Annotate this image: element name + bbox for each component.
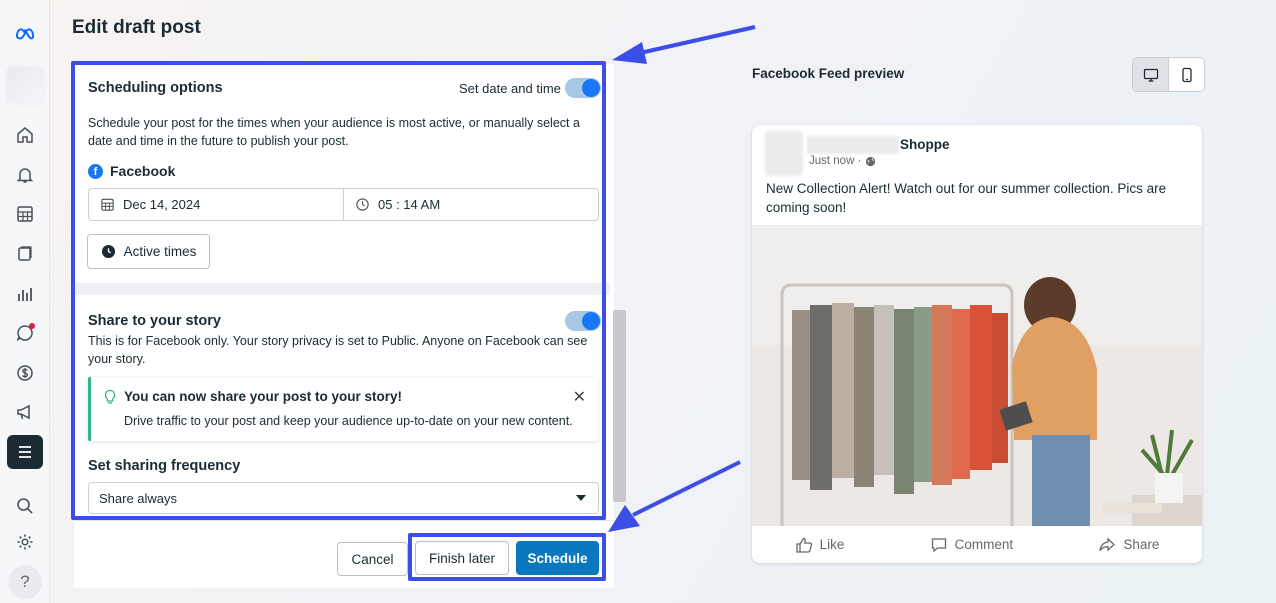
annotation-arrow-top [612, 25, 756, 64]
nav-rail: ? [0, 0, 50, 603]
platform-row: f Facebook [88, 163, 175, 179]
finish-later-button[interactable]: Finish later [415, 541, 509, 575]
page-name: Shoppe [900, 137, 950, 152]
scrollbar[interactable] [613, 310, 626, 502]
close-icon[interactable]: ✕ [573, 387, 586, 407]
schedule-label: Schedule [527, 550, 588, 566]
date-field[interactable]: Dec 14, 2024 [89, 189, 344, 220]
mobile-icon[interactable] [1169, 58, 1204, 91]
finish-later-label: Finish later [428, 550, 496, 566]
date-value: Dec 14, 2024 [123, 197, 201, 212]
frequency-select[interactable]: Share always [88, 482, 599, 514]
scheduling-description: Schedule your post for the times when yo… [88, 116, 580, 148]
tip-body: Drive traffic to your post and keep your… [124, 414, 573, 428]
set-date-time-toggle[interactable] [565, 78, 601, 98]
post-timestamp: Just now · [809, 155, 876, 167]
clock-icon [356, 198, 369, 211]
inbox-icon[interactable] [10, 318, 40, 348]
bell-icon[interactable] [10, 160, 40, 190]
share-button[interactable]: Share [1098, 536, 1159, 554]
story-description: This is for Facebook only. Your story pr… [88, 334, 588, 366]
frequency-label: Set sharing frequency [88, 458, 241, 474]
share-icon [1099, 537, 1116, 551]
post-photo [752, 225, 1202, 526]
section-divider [74, 283, 610, 295]
thumbs-up-icon [795, 537, 812, 553]
desktop-icon[interactable] [1133, 58, 1169, 91]
caret-down-icon [576, 495, 586, 501]
active-times-label: Active times [123, 244, 197, 259]
cancel-label: Cancel [351, 551, 394, 567]
active-times-button[interactable]: Active times [87, 234, 210, 269]
post-actions: Like Comment Share [752, 526, 1202, 563]
comment-label: Comment [954, 537, 1014, 552]
notification-dot [29, 323, 35, 329]
story-tip-banner: You can now share your post to your stor… [88, 377, 598, 441]
content-icon[interactable] [10, 239, 40, 269]
feed-preview-card: Shoppe Just now · New Collection Alert! … [752, 125, 1202, 563]
facebook-icon: f [88, 163, 103, 179]
account-avatar[interactable] [7, 67, 43, 103]
home-icon[interactable] [10, 120, 40, 150]
schedule-button[interactable]: Schedule [516, 541, 599, 575]
like-button[interactable]: Like [795, 536, 845, 554]
ads-icon[interactable] [10, 397, 40, 427]
story-title: Share to your story [88, 313, 221, 329]
comment-button[interactable]: Comment [930, 536, 1014, 554]
like-label: Like [819, 537, 845, 552]
calendar-icon [101, 198, 114, 211]
footer-divider [74, 520, 614, 521]
timestamp-text: Just now · [809, 155, 862, 167]
help-icon[interactable]: ? [8, 565, 42, 599]
meta-logo-icon[interactable] [10, 18, 40, 48]
calendar-grid-icon[interactable] [10, 199, 40, 229]
platform-label: Facebook [110, 163, 176, 179]
time-field[interactable]: 05 : 14 AM [344, 189, 440, 220]
monetization-icon[interactable] [10, 358, 40, 388]
frequency-value: Share always [99, 490, 178, 506]
search-icon[interactable] [10, 491, 40, 521]
cancel-button[interactable]: Cancel [337, 542, 408, 576]
comment-icon [931, 537, 946, 552]
set-date-time-label: Set date and time [459, 81, 561, 96]
page-name-redacted [807, 136, 899, 154]
insights-icon[interactable] [10, 279, 40, 309]
preview-title: Facebook Feed preview [752, 66, 905, 81]
page-avatar [765, 131, 803, 176]
date-time-picker: Dec 14, 2024 05 : 14 AM [88, 188, 599, 221]
device-toggle [1132, 57, 1205, 92]
tip-title: You can now share your post to your stor… [124, 389, 403, 404]
lightbulb-icon [104, 389, 116, 404]
settings-icon[interactable] [10, 527, 40, 557]
time-value: 05 : 14 AM [378, 197, 441, 212]
menu-icon[interactable] [7, 435, 43, 469]
clock-filled-icon [101, 244, 115, 259]
page-title: Edit draft post [72, 17, 201, 38]
globe-icon [866, 156, 876, 166]
share-label: Share [1123, 537, 1160, 552]
post-caption: New Collection Alert! Watch out for our … [766, 181, 1167, 215]
share-story-toggle[interactable] [565, 311, 601, 331]
scheduling-title: Scheduling options [88, 80, 223, 96]
